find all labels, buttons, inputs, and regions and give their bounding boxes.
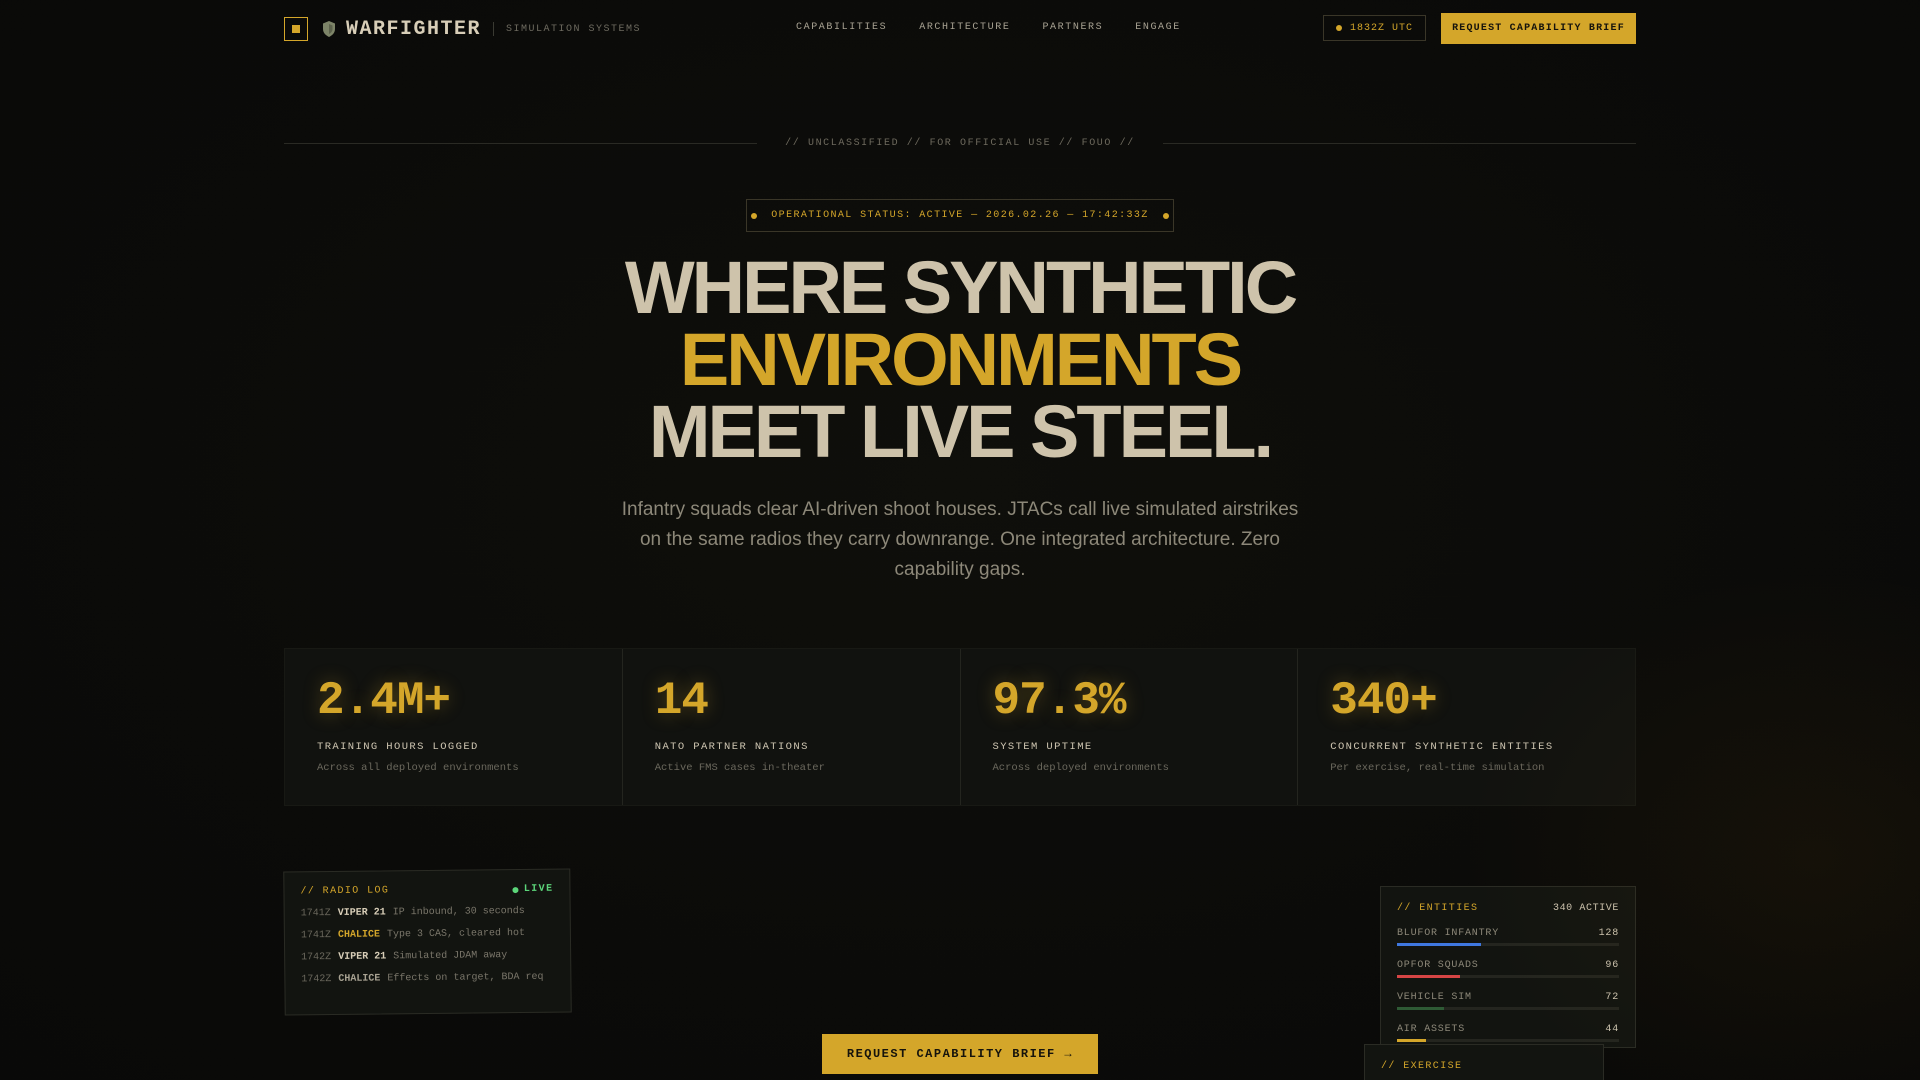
log-callsign: CHALICE [337, 929, 381, 941]
log-time: 1742Z [301, 952, 332, 964]
nav-link-capabilities[interactable]: CAPABILITIES [796, 22, 887, 33]
entities-panel: // ENTITIES 340 ACTIVE BLUFOR INFANTRY 12… [1380, 886, 1636, 1048]
stat-system-uptime: 97.3% SYSTEM UPTIME Across deployed envi… [961, 649, 1299, 805]
entity-count: 44 [1605, 1024, 1619, 1035]
stat-label: SYSTEM UPTIME [992, 741, 1093, 753]
entity-count: 96 [1605, 960, 1619, 971]
log-entry: 1741Z CHALICE Type 3 CAS, cleared hot [300, 927, 554, 942]
live-label: LIVE [523, 883, 554, 895]
log-message: Effects on target, BDA req [387, 971, 544, 985]
log-entry: 1742Z VIPER 21 Simulated JDAM away [301, 950, 554, 964]
log-time: 1741Z [300, 930, 331, 942]
stat-value: 97.3% [992, 675, 1127, 727]
nav-links: CAPABILITIES ARCHITECTURE PARTNERS ENGAG… [796, 22, 1181, 33]
logo-mark[interactable] [284, 17, 308, 41]
headline-line-1: WHERE SYNTHETIC [624, 246, 1298, 329]
log-message: IP inbound, 30 seconds [392, 905, 525, 919]
entity-bar [1397, 943, 1619, 946]
log-entry: 1741Z VIPER 21 IP inbound, 30 seconds [300, 905, 554, 920]
headline-line-3: MEET LIVE STEEL. [648, 390, 1274, 473]
log-time: 1741Z [300, 908, 331, 920]
entity-label: BLUFOR INFANTRY [1397, 928, 1500, 939]
utc-label: 1832Z UTC [1349, 22, 1413, 34]
entity-bar [1397, 1007, 1619, 1010]
log-callsign: VIPER 21 [337, 907, 386, 919]
stat-partner-nations: 14 NATO PARTNER NATIONS Active FMS cases… [623, 649, 961, 805]
stat-label: CONCURRENT SYNTHETIC ENTITIES [1330, 741, 1554, 753]
entities-header: // ENTITIES 340 ACTIVE [1397, 903, 1619, 914]
utc-clock: 1832Z UTC [1322, 15, 1426, 41]
top-nav: WARFIGHTER SIMULATION SYSTEMS CAPABILITI… [284, 13, 1636, 45]
status-text: OPERATIONAL STATUS: ACTIVE — 2026.02.26 … [771, 210, 1149, 221]
log-callsign: VIPER 21 [338, 951, 387, 963]
hero-subtext: Infantry squads clear AI-driven shoot ho… [621, 499, 1299, 580]
stat-training-hours: 2.4M+ TRAINING HOURS LOGGED Across all d… [285, 649, 623, 805]
nav-link-partners[interactable]: PARTNERS [1042, 22, 1103, 33]
entity-bar-fill [1397, 1007, 1444, 1010]
stat-description: Across all deployed environments [317, 762, 519, 774]
headline-line-2: ENVIRONMENTS [679, 318, 1243, 401]
entity-count: 72 [1605, 992, 1619, 1003]
classification-text: // UNCLASSIFIED // FOR OFFICIAL USE // F… [785, 137, 1135, 149]
entities-count: 340 ACTIVE [1552, 903, 1619, 914]
radio-log-header: // RADIO LOG LIVE [300, 884, 553, 898]
divider-left [284, 142, 758, 144]
log-message: Type 3 CAS, cleared hot [386, 927, 526, 941]
radio-log-title: // RADIO LOG [300, 885, 390, 898]
nav-link-architecture[interactable]: ARCHITECTURE [919, 22, 1010, 33]
log-message: Simulated JDAM away [393, 950, 508, 963]
brand-name[interactable]: WARFIGHTER [346, 18, 481, 41]
entity-count: 128 [1598, 928, 1619, 939]
stat-label: NATO PARTNER NATIONS [654, 741, 809, 753]
request-brief-button[interactable]: REQUEST CAPABILITY BRIEF [1441, 13, 1636, 44]
stat-description: Across deployed environments [992, 762, 1169, 774]
live-dot-icon [512, 886, 519, 893]
divider-right [1162, 142, 1636, 144]
entity-bar [1397, 975, 1619, 978]
stats-bar: 2.4M+ TRAINING HOURS LOGGED Across all d… [284, 648, 1636, 806]
status-dot-icon [1162, 212, 1169, 219]
entity-label: AIR ASSETS [1397, 1024, 1466, 1035]
stat-value: 2.4M+ [317, 675, 451, 727]
exercise-title: // EXERCISE [1381, 1061, 1463, 1072]
live-indicator: LIVE [512, 883, 554, 895]
entity-label: OPFOR SQUADS [1397, 960, 1479, 971]
entities-title: // ENTITIES [1397, 903, 1479, 914]
stat-value: 340+ [1330, 675, 1437, 727]
entity-row-air: AIR ASSETS 44 [1397, 1024, 1619, 1042]
operational-status-badge: OPERATIONAL STATUS: ACTIVE — 2026.02.26 … [746, 199, 1174, 232]
stat-description: Per exercise, real-time simulation [1330, 762, 1545, 774]
entity-row-blufor: BLUFOR INFANTRY 128 [1397, 928, 1619, 946]
entity-bar [1397, 1039, 1619, 1042]
log-entry: 1742Z CHALICE Effects on target, BDA req [301, 972, 554, 986]
entity-bar-fill [1397, 975, 1460, 978]
entity-row-opfor: OPFOR SQUADS 96 [1397, 960, 1619, 978]
shield-icon [323, 21, 335, 37]
stat-label: TRAINING HOURS LOGGED [317, 741, 479, 753]
brand-divider [493, 22, 495, 36]
entity-bar-fill [1397, 1039, 1426, 1042]
status-dot-icon [1335, 25, 1342, 31]
status-dot-icon [751, 212, 758, 219]
log-time: 1742Z [301, 974, 332, 986]
log-callsign: CHALICE [338, 973, 381, 985]
entity-row-vehicle: VEHICLE SIM 72 [1397, 992, 1619, 1010]
stat-value: 14 [654, 675, 709, 727]
exercise-panel: // EXERCISE [1364, 1044, 1604, 1080]
entity-bar-fill [1397, 943, 1481, 946]
classification-banner: // UNCLASSIFIED // FOR OFFICIAL USE // F… [284, 135, 1636, 151]
radio-log-panel: // RADIO LOG LIVE 1741Z VIPER 21 IP inbo… [283, 868, 572, 1016]
entity-label: VEHICLE SIM [1397, 992, 1472, 1003]
brand-subtitle: SIMULATION SYSTEMS [506, 23, 642, 35]
stat-description: Active FMS cases in-theater [654, 762, 825, 774]
stat-synthetic-entities: 340+ CONCURRENT SYNTHETIC ENTITIES Per e… [1298, 649, 1635, 805]
nav-link-engage[interactable]: ENGAGE [1135, 22, 1181, 33]
request-brief-button-bottom[interactable]: REQUEST CAPABILITY BRIEF → [822, 1034, 1098, 1074]
logo-square [292, 25, 300, 33]
hero-headline: WHERE SYNTHETIC ENVIRONMENTS MEET LIVE S… [460, 246, 1460, 473]
